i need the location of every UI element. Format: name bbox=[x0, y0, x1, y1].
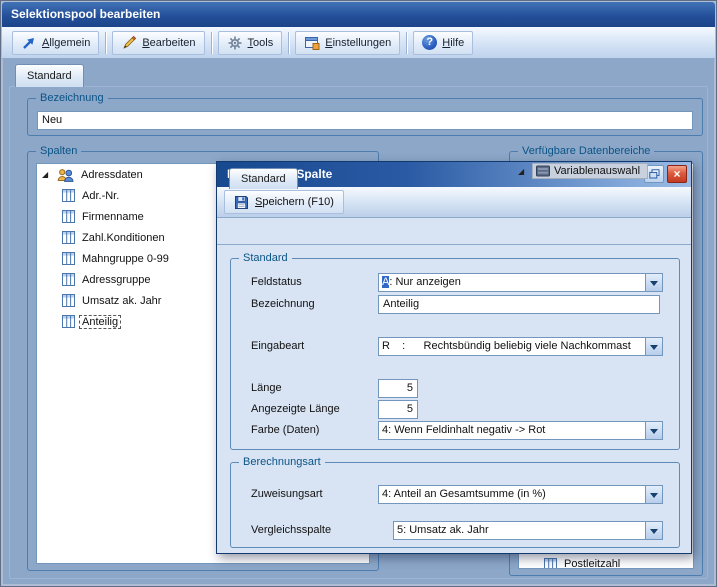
laenge-label: Länge bbox=[251, 379, 282, 398]
zuweisungsart-label: Zuweisungsart bbox=[251, 485, 323, 504]
laenge-input[interactable]: 5 bbox=[378, 379, 418, 398]
people-icon bbox=[57, 168, 74, 182]
toolbar-button-bearbeiten[interactable]: Bearbeiten bbox=[112, 31, 204, 55]
toolbar-button-label: Allgemein bbox=[42, 37, 90, 49]
app-window: Selektionspool bearbeiten Allgemein Bear… bbox=[0, 0, 717, 587]
zuweisungsart-value: 4: Anteil an Gesamtsumme (in %) bbox=[382, 486, 644, 503]
farbe-label: Farbe (Daten) bbox=[251, 421, 319, 440]
column-icon bbox=[62, 231, 75, 244]
expander-icon[interactable]: ◢ bbox=[42, 170, 53, 179]
tree-item-label-selected: Anteilig bbox=[79, 315, 121, 329]
zuweisungsart-combobox[interactable]: 4: Anteil an Gesamtsumme (in %) bbox=[378, 485, 663, 504]
column-icon bbox=[62, 294, 75, 307]
tree-item-label: Firmenname bbox=[79, 210, 147, 224]
bezeichnung-field-label: Bezeichnung bbox=[251, 295, 315, 314]
settings-window-icon bbox=[304, 35, 320, 51]
window-title: Selektionspool bearbeiten bbox=[11, 7, 160, 21]
toolbar-button-label: Einstellungen bbox=[325, 37, 391, 49]
angezeigte-laenge-input[interactable]: 5 bbox=[378, 400, 418, 419]
toolbar-separator bbox=[288, 32, 289, 54]
tree-item-label: Variablenauswahl bbox=[554, 165, 640, 177]
tree-item-label: Adressgruppe bbox=[79, 273, 154, 287]
variables-icon bbox=[536, 165, 550, 177]
bezeichnung-group: Bezeichnung Neu bbox=[27, 98, 703, 136]
angezeigte-laenge-label: Angezeigte Länge bbox=[251, 400, 340, 419]
toolbar-separator bbox=[105, 32, 106, 54]
vergleichsspalte-label: Vergleichsspalte bbox=[251, 521, 331, 540]
tree-item-label: Adr.-Nr. bbox=[79, 189, 122, 203]
eingabeart-combobox[interactable]: R : Rechtsbündig beliebig viele Nachkomm… bbox=[378, 337, 663, 356]
feldstatus-value: A: Nur anzeigen bbox=[382, 274, 644, 291]
column-icon bbox=[62, 315, 75, 328]
dialog-window-buttons: × bbox=[644, 165, 687, 183]
help-icon: ? bbox=[422, 35, 437, 50]
bezeichnung-input[interactable]: Neu bbox=[37, 111, 693, 130]
toolbar-button-hilfe[interactable]: ? Hilfe bbox=[413, 31, 473, 55]
tree-item-label: Adressdaten bbox=[78, 168, 146, 182]
eingabeart-value: R : Rechtsbündig beliebig viele Nachkomm… bbox=[382, 338, 644, 355]
toolbar-button-label: Bearbeiten bbox=[142, 37, 195, 49]
farbe-combobox[interactable]: 4: Wenn Feldinhalt negativ -> Rot bbox=[378, 421, 663, 440]
feldstatus-combobox[interactable]: A: Nur anzeigen bbox=[378, 273, 663, 292]
group-label-spalten: Spalten bbox=[36, 144, 81, 158]
close-icon: × bbox=[673, 166, 680, 182]
vergleichsspalte-value: 5: Umsatz ak. Jahr bbox=[397, 522, 644, 539]
nav-arrow-icon bbox=[21, 35, 37, 51]
tree-item-label: Umsatz ak. Jahr bbox=[79, 294, 164, 308]
window-titlebar[interactable]: Selektionspool bearbeiten bbox=[2, 2, 715, 27]
save-disk-icon bbox=[234, 195, 249, 210]
group-label-datenbereiche: Verfügbare Datenbereiche bbox=[518, 144, 654, 158]
column-icon bbox=[62, 210, 75, 223]
chevron-down-icon[interactable] bbox=[645, 422, 662, 439]
tab-standard[interactable]: Standard bbox=[15, 64, 84, 87]
feldstatus-label: Feldstatus bbox=[251, 273, 302, 292]
group-label-standard: Standard bbox=[239, 251, 292, 265]
bezeichnung-field-input[interactable]: Anteilig bbox=[378, 295, 660, 314]
farbe-value: 4: Wenn Feldinhalt negativ -> Rot bbox=[382, 422, 644, 439]
dialog-toolbar: Speichern (F10) bbox=[217, 187, 691, 218]
dialog-standard-group: Standard Feldstatus A: Nur anzeigen Beze… bbox=[230, 258, 680, 450]
toolbar-button-label: Tools bbox=[248, 37, 274, 49]
restore-icon bbox=[649, 169, 660, 179]
close-button[interactable]: × bbox=[667, 165, 687, 183]
dialog-berechnungsart-group: Berechnungsart Zuweisungsart 4: Anteil a… bbox=[230, 462, 680, 548]
group-label-bezeichnung: Bezeichnung bbox=[36, 91, 108, 105]
toolbar-button-allgemein[interactable]: Allgemein bbox=[12, 31, 99, 55]
toolbar-button-einstellungen[interactable]: Einstellungen bbox=[295, 31, 400, 55]
column-icon bbox=[62, 252, 75, 265]
chevron-down-icon[interactable] bbox=[645, 486, 662, 503]
dialog-tab-standard[interactable]: Standard bbox=[229, 168, 298, 189]
column-icon bbox=[62, 189, 75, 202]
individuelle-spalte-dialog: Individuelle Spalte × Speichern (F10) St… bbox=[216, 161, 692, 554]
save-button-label: Speichern (F10) bbox=[255, 196, 334, 208]
tree-item-label: Postleitzahl bbox=[561, 557, 623, 569]
toolbar-button-tools[interactable]: Tools bbox=[218, 31, 283, 55]
column-icon bbox=[62, 273, 75, 286]
dialog-tabstrip bbox=[217, 218, 691, 245]
tree-item-postleitzahl[interactable]: Postleitzahl bbox=[521, 556, 623, 569]
group-label-berechnungsart: Berechnungsart bbox=[239, 455, 325, 469]
chevron-down-icon[interactable] bbox=[645, 338, 662, 355]
edit-pencil-icon bbox=[121, 35, 137, 51]
tree-item-selection: Variablenauswahl bbox=[532, 163, 648, 179]
column-icon bbox=[544, 558, 557, 570]
save-button[interactable]: Speichern (F10) bbox=[224, 190, 344, 214]
chevron-down-icon[interactable] bbox=[645, 522, 662, 539]
vergleichsspalte-combobox[interactable]: 5: Umsatz ak. Jahr bbox=[393, 521, 663, 540]
toolbar-separator bbox=[211, 32, 212, 54]
tree-item-variablenauswahl[interactable]: ◢ Variablenauswahl bbox=[518, 163, 648, 179]
toolbar-separator bbox=[406, 32, 407, 54]
tree-item-label: Mahngruppe 0-99 bbox=[79, 252, 172, 266]
main-toolbar: Allgemein Bearbeiten Tools Einstellungen… bbox=[2, 27, 715, 59]
gear-icon bbox=[227, 35, 243, 51]
tree-item-label: Zahl.Konditionen bbox=[79, 231, 168, 245]
eingabeart-label: Eingabeart bbox=[251, 337, 304, 356]
chevron-down-icon[interactable] bbox=[645, 274, 662, 291]
toolbar-button-label: Hilfe bbox=[442, 37, 464, 49]
expander-icon[interactable]: ◢ bbox=[518, 167, 529, 176]
